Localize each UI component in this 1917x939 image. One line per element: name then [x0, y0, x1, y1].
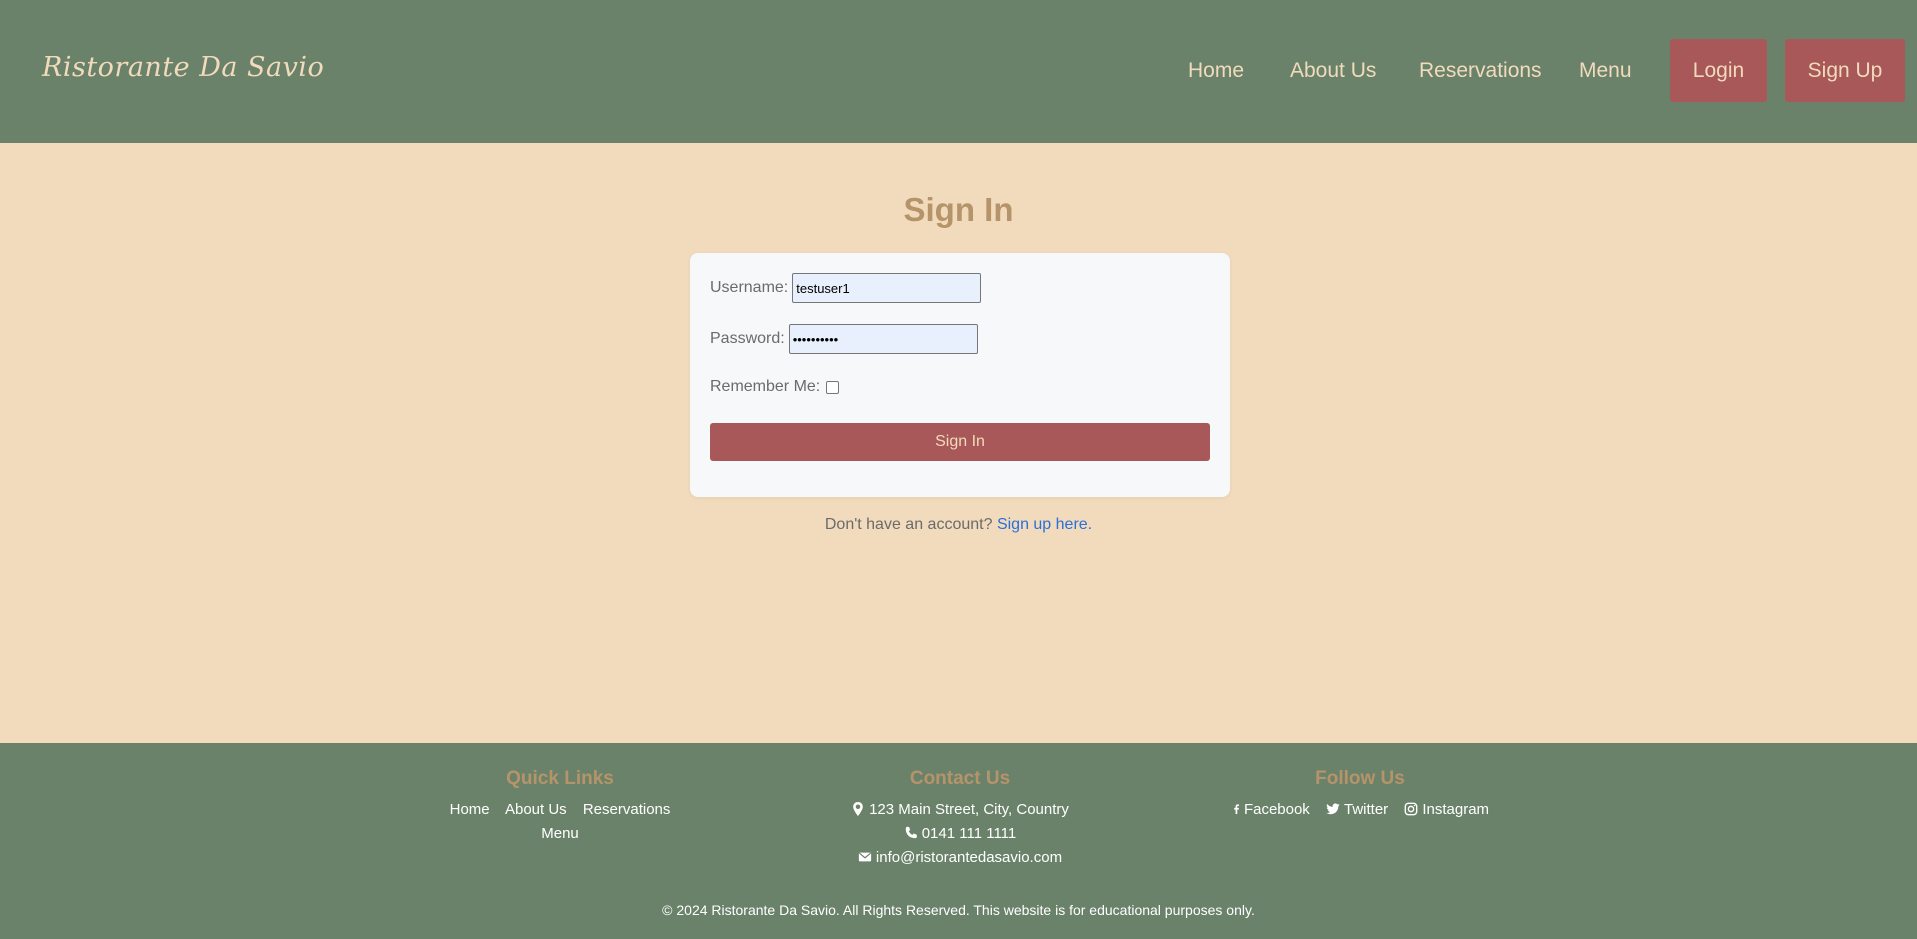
twitter-link[interactable]: Twitter [1326, 801, 1388, 818]
remember-label: Remember Me: [710, 378, 821, 395]
quick-links-heading: Quick Links [506, 768, 614, 789]
brand-logo[interactable]: Ristorante Da Savio [42, 52, 324, 83]
signup-prompt: Don't have an account? Sign up here. [0, 516, 1917, 534]
signup-prompt-text: Don't have an account? [824, 516, 993, 533]
remember-checkbox[interactable] [826, 380, 840, 394]
login-button[interactable]: Login [1670, 39, 1767, 102]
follow-heading: Follow Us [1315, 768, 1405, 789]
remember-row: Remember Me: [710, 378, 840, 396]
username-input[interactable] [792, 273, 982, 303]
contact-phone-line: 0141 111 1111 [810, 822, 1110, 846]
copyright: © 2024 Ristorante Da Savio. All Rights R… [662, 902, 1255, 918]
contact-email[interactable]: info@ristorantedasavio.com [876, 849, 1062, 866]
footer-link-menu[interactable]: Menu [541, 825, 579, 842]
instagram-link[interactable]: Instagram [1404, 801, 1489, 818]
signin-submit-button[interactable]: Sign In [710, 423, 1210, 461]
contact-address-line: 123 Main Street, City, Country [810, 798, 1110, 822]
signup-button[interactable]: Sign Up [1785, 39, 1905, 102]
username-row: Username: [710, 273, 982, 303]
password-row: Password: [710, 324, 978, 354]
quick-links-section: Quick Links Home About Us Reservations M… [430, 768, 690, 846]
nav-link-home[interactable]: Home [1188, 59, 1244, 83]
facebook-icon [1234, 804, 1239, 814]
signin-form: Username: Password: Remember Me: Sign In [690, 253, 1230, 497]
password-input[interactable] [788, 324, 978, 354]
footer-link-reservations[interactable]: Reservations [583, 801, 671, 818]
contact-section: Contact Us 123 Main Street, City, Countr… [810, 768, 1110, 870]
signup-link[interactable]: Sign up here. [997, 516, 1092, 533]
instagram-label: Instagram [1422, 801, 1490, 818]
footer-link-home[interactable]: Home [450, 801, 490, 818]
page-title: Sign In [903, 191, 1014, 228]
map-marker-icon [853, 802, 863, 816]
contact-phone: 0141 111 1111 [921, 825, 1017, 842]
facebook-label: Facebook [1243, 801, 1310, 818]
follow-section: Follow Us Facebook Twitter Instagram [1210, 768, 1510, 822]
contact-address: 123 Main Street, City, Country [869, 801, 1069, 818]
phone-icon [905, 826, 917, 839]
contact-heading: Contact Us [909, 768, 1011, 789]
footer: Quick Links Home About Us Reservations M… [0, 743, 1917, 939]
envelope-icon [858, 852, 872, 862]
twitter-icon [1326, 803, 1340, 815]
twitter-label: Twitter [1343, 801, 1389, 818]
footer-link-about[interactable]: About Us [505, 801, 567, 818]
password-label: Password: [710, 330, 785, 347]
nav-link-menu[interactable]: Menu [1579, 59, 1632, 83]
instagram-icon [1404, 802, 1418, 816]
nav-link-reservations[interactable]: Reservations [1419, 59, 1542, 83]
nav-link-about[interactable]: About Us [1290, 59, 1376, 83]
facebook-link[interactable]: Facebook [1231, 801, 1310, 818]
navbar: Ristorante Da Savio Home About Us Reserv… [0, 0, 1917, 143]
username-label: Username: [710, 279, 789, 296]
contact-email-line: info@ristorantedasavio.com [810, 846, 1110, 870]
